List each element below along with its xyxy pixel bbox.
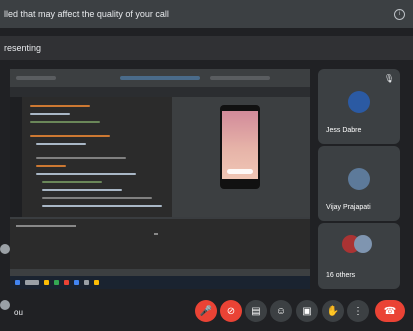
- emoji-icon[interactable]: ☺: [270, 300, 292, 322]
- ide-tabs: [10, 87, 310, 97]
- ide-run-config: [120, 76, 200, 80]
- ide-console: [10, 217, 310, 271]
- shared-screen: [10, 69, 310, 289]
- participant-tile[interactable]: 🎙 Jess Dabre: [318, 69, 400, 144]
- hangup-icon[interactable]: ☎: [375, 300, 405, 322]
- captions-icon[interactable]: ▤: [245, 300, 267, 322]
- present-icon[interactable]: ▣: [296, 300, 318, 322]
- warning-banner: lled that may affect the quality of your…: [0, 0, 413, 28]
- raise-hand-icon[interactable]: ✋: [322, 300, 344, 322]
- phone-screen: [222, 111, 258, 179]
- ide-title-bar: [10, 69, 310, 87]
- presenting-bar: resenting: [0, 36, 413, 60]
- avatar: [348, 168, 370, 190]
- scroll-dot: [0, 300, 10, 310]
- participant-name: 16 others: [326, 272, 356, 279]
- camera-off-icon[interactable]: ⊘: [220, 300, 242, 322]
- participant-tile[interactable]: Vijay Prajapati: [318, 146, 400, 221]
- participant-name: Jess Dabre: [326, 127, 362, 134]
- mic-muted-icon: 🎙: [383, 74, 394, 83]
- presenting-text: resenting: [4, 43, 42, 53]
- phone-mockup: [220, 105, 260, 189]
- avatar: [348, 91, 370, 113]
- emulator-preview: [172, 97, 310, 217]
- avatar: [354, 235, 372, 253]
- participant-name: Vijay Prajapati: [326, 204, 371, 211]
- info-icon[interactable]: i: [394, 9, 405, 20]
- os-taskbar: [10, 276, 310, 289]
- ide-menu-bar: [16, 76, 56, 80]
- phone-search-bar: [227, 169, 253, 174]
- self-label: ou: [14, 308, 23, 317]
- participant-tile[interactable]: 16 others: [318, 223, 400, 289]
- mic-off-icon[interactable]: 🎤: [195, 300, 217, 322]
- code-editor: [22, 97, 172, 217]
- ide-toolbar: [210, 76, 270, 80]
- scroll-dot: [0, 244, 10, 254]
- warning-banner-text: lled that may affect the quality of your…: [4, 9, 169, 19]
- more-icon[interactable]: ⋮: [347, 300, 369, 322]
- ide-status-bar: [10, 269, 310, 276]
